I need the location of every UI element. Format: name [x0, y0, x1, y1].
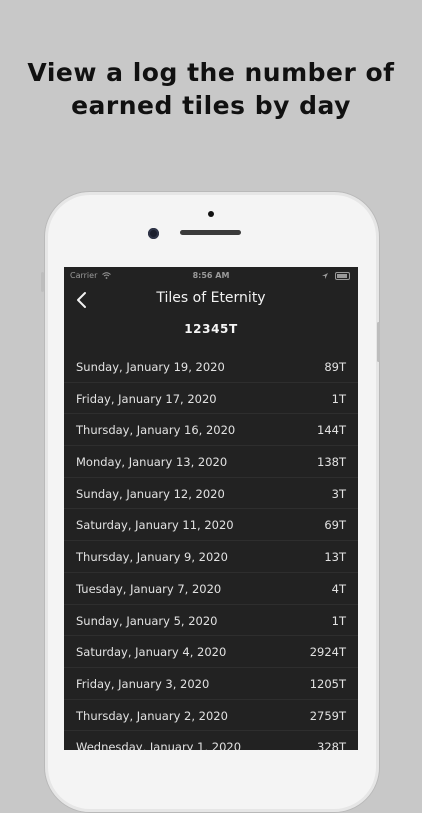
log-tiles: 328T [317, 740, 346, 750]
list-item[interactable]: Tuesday, January 7, 2020 4T [64, 571, 358, 604]
log-tiles: 138T [317, 455, 346, 470]
list-item[interactable]: Thursday, January 9, 2020 13T [64, 540, 358, 572]
log-date: Sunday, January 19, 2020 [76, 360, 225, 374]
log-tiles: 3T [331, 486, 346, 501]
total-tiles: 12345T [184, 322, 238, 336]
log-tiles: 2924T [309, 645, 346, 660]
list-item[interactable]: Wednesday, January 1, 2020 328T [64, 730, 358, 750]
log-date: Sunday, January 12, 2020 [76, 486, 225, 501]
log-tiles: 89T [324, 360, 346, 374]
log-date: Friday, January 3, 2020 [76, 676, 210, 691]
proximity-sensor [208, 211, 214, 217]
log-tiles: 69T [324, 518, 346, 533]
location-icon [322, 272, 329, 279]
list-item[interactable]: Friday, January 3, 2020 1205T [64, 666, 358, 699]
headline-line-2: earned tiles by day [71, 91, 351, 120]
tile-log-list: Sunday, January 19, 2020 89T Friday, Janua… [64, 351, 358, 750]
log-date: Friday, January 17, 2020 [76, 391, 217, 406]
promo-headline: View a log the number of earned tiles by… [0, 56, 422, 122]
list-item[interactable]: Sunday, January 5, 2020 1T [64, 603, 358, 636]
log-date: Sunday, January 5, 2020 [76, 613, 218, 628]
log-date: Thursday, January 9, 2020 [76, 550, 228, 565]
log-date: Wednesday, January 1, 2020 [76, 740, 242, 750]
app-screen: Carrier 8:56 AM Tiles of Eternity 12345T… [64, 267, 358, 750]
list-item[interactable]: Thursday, January 2, 2020 2759T [64, 698, 358, 731]
log-date: Tuesday, January 7, 2020 [76, 581, 222, 596]
front-camera [148, 228, 159, 239]
side-button-left [41, 272, 44, 292]
list-item[interactable]: Sunday, January 19, 2020 89T [64, 351, 358, 382]
headline-line-1: View a log the number of [27, 58, 395, 87]
status-time: 8:56 AM [192, 271, 230, 280]
log-tiles: 1205T [309, 676, 346, 691]
log-date: Saturday, January 4, 2020 [76, 645, 227, 660]
log-date: Saturday, January 11, 2020 [76, 518, 234, 533]
status-bar: Carrier 8:56 AM [64, 267, 358, 285]
list-item[interactable]: Monday, January 13, 2020 138T [64, 445, 358, 477]
page-title: Tiles of Eternity [156, 290, 266, 306]
log-tiles: 144T [317, 423, 346, 438]
log-tiles: 13T [324, 550, 346, 565]
log-date: Monday, January 13, 2020 [76, 455, 228, 470]
navigation-bar: Tiles of Eternity [64, 285, 358, 315]
list-item[interactable]: Thursday, January 16, 2020 144T [64, 413, 358, 445]
status-indicators [322, 271, 350, 280]
log-tiles: 2759T [309, 708, 346, 723]
battery-icon [335, 271, 350, 280]
log-date: Thursday, January 16, 2020 [76, 423, 236, 438]
list-item[interactable]: Saturday, January 11, 2020 69T [64, 508, 358, 540]
list-item[interactable]: Sunday, January 12, 2020 3T [64, 476, 358, 509]
side-button-right [377, 322, 380, 362]
list-item[interactable]: Friday, January 17, 2020 1T [64, 381, 358, 414]
log-tiles: 1T [331, 613, 346, 628]
earpiece-speaker [180, 230, 241, 235]
log-tiles: 4T [331, 581, 346, 596]
log-date: Thursday, January 2, 2020 [76, 708, 228, 723]
list-item[interactable]: Saturday, January 4, 2020 2924T [64, 635, 358, 667]
log-tiles: 1T [331, 391, 346, 406]
